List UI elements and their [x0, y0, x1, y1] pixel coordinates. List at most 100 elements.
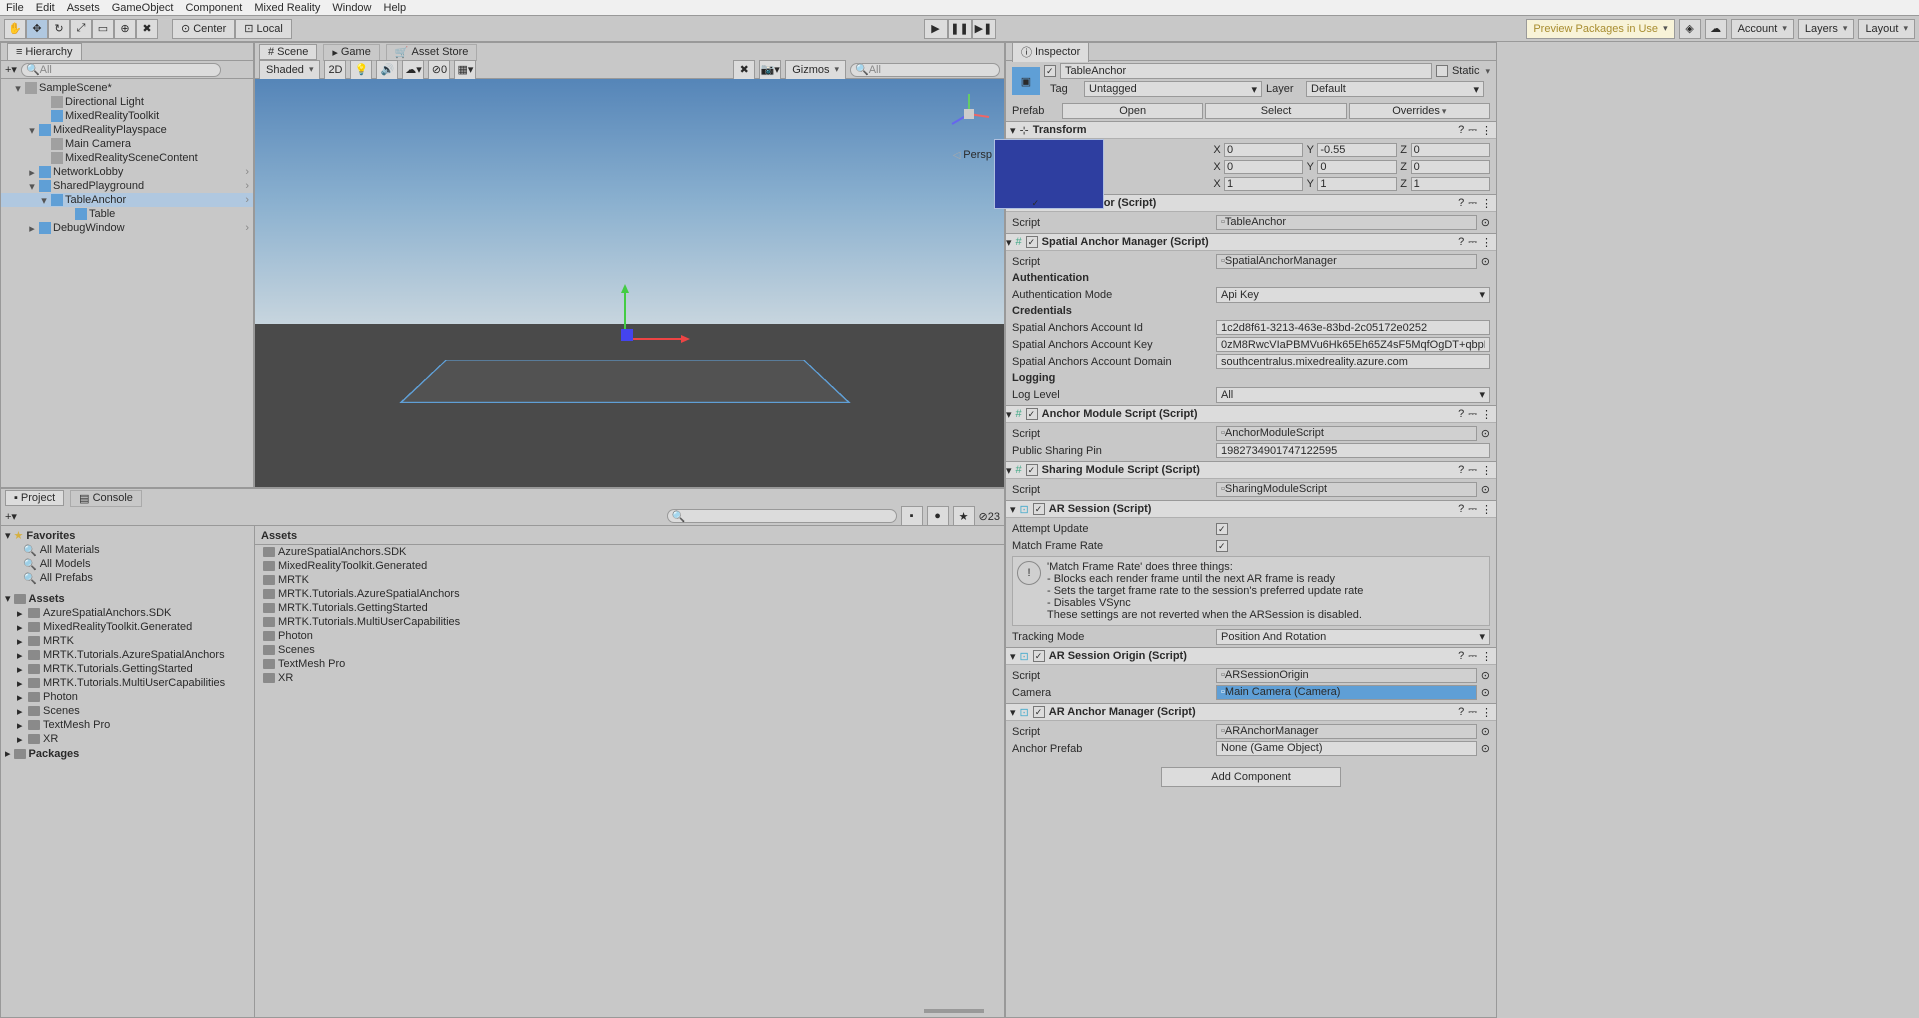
pause-button[interactable]: ❚❚	[948, 19, 972, 39]
folder-item[interactable]: ▸XR	[1, 732, 254, 746]
tracking-mode-dropdown[interactable]: Position And Rotation▾	[1216, 629, 1490, 645]
hidden-packages-icon[interactable]: ★	[953, 506, 975, 526]
scale-tool[interactable]: ⤢	[70, 19, 92, 39]
light-toggle[interactable]: 💡	[350, 60, 372, 80]
project-search[interactable]: 🔍	[667, 509, 897, 523]
sharing-pin-field[interactable]	[1216, 443, 1490, 458]
folder-item[interactable]: ▸MixedRealityToolkit.Generated	[1, 620, 254, 634]
preview-packages-button[interactable]: Preview Packages in Use	[1526, 19, 1674, 39]
anchor-prefab-field[interactable]: None (Game Object)	[1216, 741, 1477, 756]
asset-item[interactable]: Photon	[255, 629, 1004, 643]
account-dropdown[interactable]: Account	[1731, 19, 1794, 39]
collab-icon[interactable]: ◈	[1679, 19, 1701, 39]
folder-item[interactable]: ▸MRTK.Tutorials.AzureSpatialAnchors	[1, 648, 254, 662]
pivot-local[interactable]: ⊡Local	[235, 19, 292, 39]
rect-tool[interactable]: ▭	[92, 19, 114, 39]
favorite-item[interactable]: 🔍All Materials	[1, 543, 254, 557]
pos-x[interactable]	[1224, 143, 1303, 157]
hierarchy-item[interactable]: MixedRealityToolkit	[1, 109, 253, 123]
menu-component[interactable]: Component	[185, 2, 242, 14]
hierarchy-item[interactable]: ▾TableAnchor›	[1, 193, 253, 207]
asset-item[interactable]: XR	[255, 671, 1004, 685]
custom-tool[interactable]: ✖	[136, 19, 158, 39]
pos-y[interactable]	[1317, 143, 1396, 157]
gameobject-name-field[interactable]	[1060, 63, 1432, 79]
folder-item[interactable]: ▸TextMesh Pro	[1, 718, 254, 732]
hierarchy-search[interactable]: 🔍All	[21, 63, 221, 77]
project-folder-tree[interactable]: ▾★Favorites 🔍All Materials🔍All Models🔍Al…	[1, 526, 255, 1017]
hierarchy-item[interactable]: Main Camera	[1, 137, 253, 151]
gameobject-icon[interactable]: ▣	[1012, 67, 1040, 95]
asset-store-tab[interactable]: 🛒Asset Store	[386, 44, 478, 61]
hierarchy-item[interactable]: ▾SampleScene*	[1, 81, 253, 95]
menu-gameobject[interactable]: GameObject	[112, 2, 174, 14]
scene-search[interactable]: 🔍All	[850, 63, 1000, 77]
ar-origin-header[interactable]: ▾⊡AR Session Origin (Script)?⎓⋮	[1006, 648, 1496, 665]
asset-item[interactable]: MRTK.Tutorials.GettingStarted	[255, 601, 1004, 615]
ar-origin-enabled[interactable]	[1033, 650, 1045, 662]
add-component-button[interactable]: Add Component	[1161, 767, 1341, 787]
folder-item[interactable]: ▸AzureSpatialAnchors.SDK	[1, 606, 254, 620]
move-gizmo[interactable]	[615, 279, 695, 362]
menu-edit[interactable]: Edit	[36, 2, 55, 14]
favorite-search-icon[interactable]: ●	[927, 506, 949, 526]
pivot-center[interactable]: ⊙Center	[172, 19, 235, 39]
favorite-item[interactable]: 🔍All Models	[1, 557, 254, 571]
assets-header[interactable]: ▾Assets	[1, 591, 254, 606]
folder-item[interactable]: ▸MRTK	[1, 634, 254, 648]
favorite-item[interactable]: 🔍All Prefabs	[1, 571, 254, 585]
object-picker-icon[interactable]: ⊙	[1481, 255, 1490, 268]
folder-item[interactable]: ▸MRTK.Tutorials.MultiUserCapabilities	[1, 676, 254, 690]
menu-window[interactable]: Window	[332, 2, 371, 14]
static-checkbox[interactable]	[1436, 65, 1448, 77]
match-framerate-checkbox[interactable]	[1216, 540, 1228, 552]
account-key-field[interactable]	[1216, 337, 1490, 352]
play-button[interactable]: ▶	[924, 19, 948, 39]
rot-x[interactable]	[1224, 160, 1303, 174]
create-dropdown[interactable]: +▾	[5, 63, 17, 76]
spatial-enabled[interactable]	[1026, 236, 1038, 248]
hierarchy-item[interactable]: ▾MixedRealityPlayspace	[1, 123, 253, 137]
camera-icon[interactable]: 📷▾	[759, 60, 781, 80]
project-asset-list[interactable]: Assets AzureSpatialAnchors.SDKMixedReali…	[255, 526, 1004, 1017]
move-tool[interactable]: ✥	[26, 19, 48, 39]
2d-toggle[interactable]: 2D	[324, 60, 346, 80]
pos-z[interactable]	[1411, 143, 1490, 157]
asset-item[interactable]: AzureSpatialAnchors.SDK	[255, 545, 1004, 559]
active-checkbox[interactable]	[1044, 65, 1056, 77]
hidden-toggle[interactable]: ⊘0	[428, 60, 450, 80]
asset-item[interactable]: MixedRealityToolkit.Generated	[255, 559, 1004, 573]
packages-header[interactable]: ▸Packages	[1, 746, 254, 761]
asset-item[interactable]: MRTK	[255, 573, 1004, 587]
prefab-overrides[interactable]: Overrides	[1349, 103, 1490, 119]
menu-assets[interactable]: Assets	[67, 2, 100, 14]
hand-tool[interactable]: ✋	[4, 19, 26, 39]
hierarchy-item[interactable]: ▾SharedPlayground›	[1, 179, 253, 193]
hierarchy-item[interactable]: Table	[1, 207, 253, 221]
account-id-field[interactable]	[1216, 320, 1490, 335]
prefab-open[interactable]: Open	[1062, 103, 1203, 119]
inspector-tab[interactable]: ⓘInspector	[1012, 42, 1089, 62]
layout-dropdown[interactable]: Layout	[1858, 19, 1915, 39]
menu-help[interactable]: Help	[384, 2, 407, 14]
tools-icon[interactable]: ✖	[733, 60, 755, 80]
asset-item[interactable]: TextMesh Pro	[255, 657, 1004, 671]
hierarchy-item[interactable]: ▸DebugWindow›	[1, 221, 253, 235]
account-domain-field[interactable]	[1216, 354, 1490, 369]
grid-toggle[interactable]: ▦▾	[454, 60, 476, 80]
audio-toggle[interactable]: 🔊	[376, 60, 398, 80]
cloud-icon[interactable]: ☁	[1705, 19, 1727, 39]
scale-x[interactable]	[1224, 177, 1303, 191]
folder-item[interactable]: ▸Photon	[1, 690, 254, 704]
prefab-select[interactable]: Select	[1205, 103, 1346, 119]
spatial-anchor-header[interactable]: ▾#Spatial Anchor Manager (Script)?⎓⋮	[1005, 234, 1496, 251]
sharing-enabled[interactable]	[1026, 464, 1038, 476]
menu-mixed-reality[interactable]: Mixed Reality	[254, 2, 320, 14]
camera-field[interactable]: ▫Main Camera (Camera)	[1216, 685, 1477, 700]
project-tab[interactable]: ▪Project	[5, 490, 64, 506]
step-button[interactable]: ▶❚	[972, 19, 996, 39]
folder-item[interactable]: ▸MRTK.Tutorials.GettingStarted	[1, 662, 254, 676]
attempt-update-checkbox[interactable]	[1216, 523, 1228, 535]
table-object[interactable]	[399, 360, 850, 403]
hierarchy-item[interactable]: Directional Light	[1, 95, 253, 109]
